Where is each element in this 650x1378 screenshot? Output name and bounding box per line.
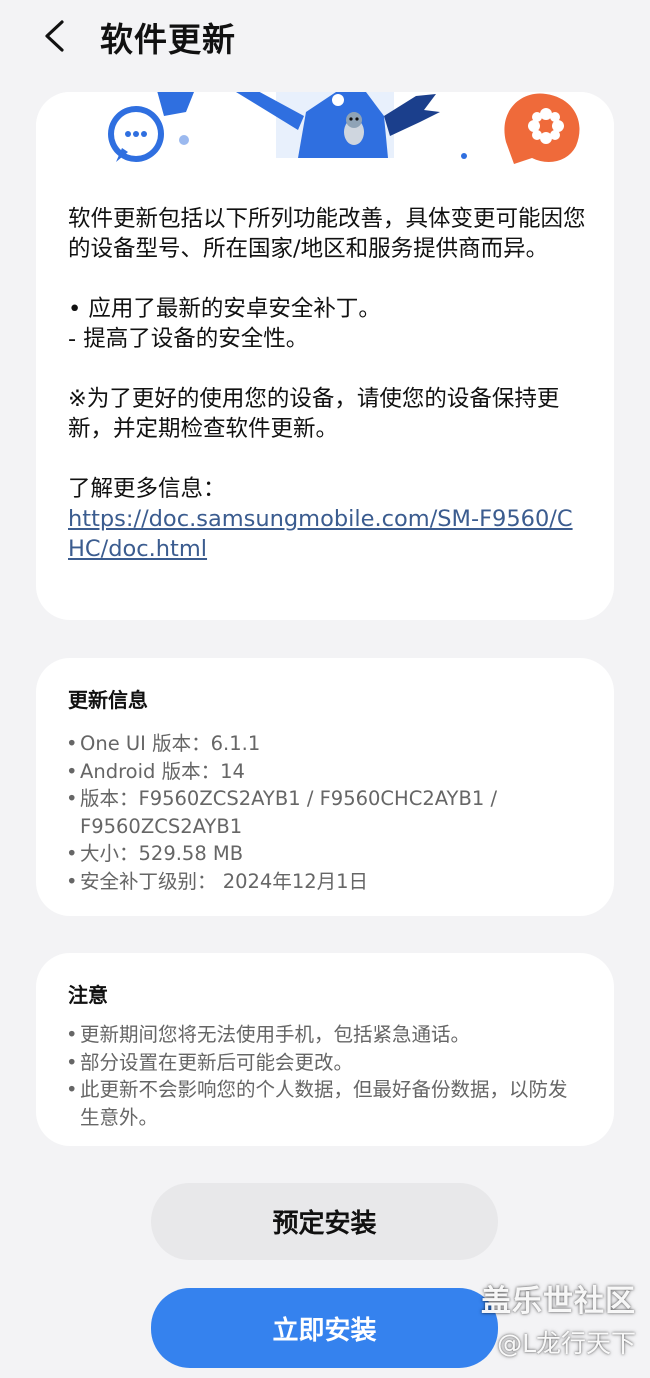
list-item: 大小：529.58 MB: [66, 840, 586, 868]
notice-list: 更新期间您将无法使用手机，包括紧急通话。 部分设置在更新后可能会更改。 此更新不…: [66, 1021, 586, 1131]
list-item: 更新期间您将无法使用手机，包括紧急通话。: [66, 1021, 586, 1049]
chevron-left-icon: [45, 20, 64, 52]
update-info-title: 更新信息: [68, 688, 148, 712]
update-info-list: One UI 版本：6.1.1 Android 版本：14 版本：F9560ZC…: [66, 730, 586, 895]
update-note-text: ※为了更好的使用您的设备，请使您的设备保持更新，并定期检查软件更新。: [68, 386, 560, 442]
schedule-install-button[interactable]: 预定安装: [151, 1183, 498, 1260]
install-now-button[interactable]: 立即安装: [151, 1288, 498, 1368]
update-intro-text: 软件更新包括以下所列功能改善，具体变更可能因您的设备型号、所在国家/地区和服务提…: [68, 206, 586, 262]
watermark-author: @L龙行天下: [497, 1329, 636, 1358]
notice-title: 注意: [68, 983, 108, 1007]
learn-more-link[interactable]: https://doc.samsungmobile.com/SM-F9560/C…: [68, 506, 573, 562]
top-bar: 软件更新: [0, 0, 650, 80]
update-description-card: 软件更新包括以下所列功能改善，具体变更可能因您的设备型号、所在国家/地区和服务提…: [36, 92, 614, 620]
update-info-card: 更新信息 One UI 版本：6.1.1 Android 版本：14 版本：F9…: [36, 658, 614, 916]
update-sub-bullet-text: - 提高了设备的安全性。: [68, 326, 309, 352]
notice-card: 注意 更新期间您将无法使用手机，包括紧急通话。 部分设置在更新后可能会更改。 此…: [36, 953, 614, 1146]
watermark-community: 盖乐世社区: [481, 1284, 636, 1319]
banner-illustration: [36, 92, 614, 178]
learn-more-label: 了解更多信息：: [68, 476, 226, 502]
list-item: 安全补丁级别： 2024年12月1日: [66, 868, 586, 896]
list-item: 版本：F9560ZCS2AYB1 / F9560CHC2AYB1 / F9560…: [66, 785, 586, 840]
list-item: Android 版本：14: [66, 758, 586, 786]
back-button[interactable]: [36, 16, 76, 56]
list-item: 部分设置在更新后可能会更改。: [66, 1049, 586, 1077]
page-title: 软件更新: [100, 20, 236, 59]
update-bullet-text: • 应用了最新的安卓安全补丁。: [68, 296, 381, 322]
list-item: One UI 版本：6.1.1: [66, 730, 586, 758]
list-item: 此更新不会影响您的个人数据，但最好备份数据，以防发生意外。: [66, 1076, 586, 1131]
